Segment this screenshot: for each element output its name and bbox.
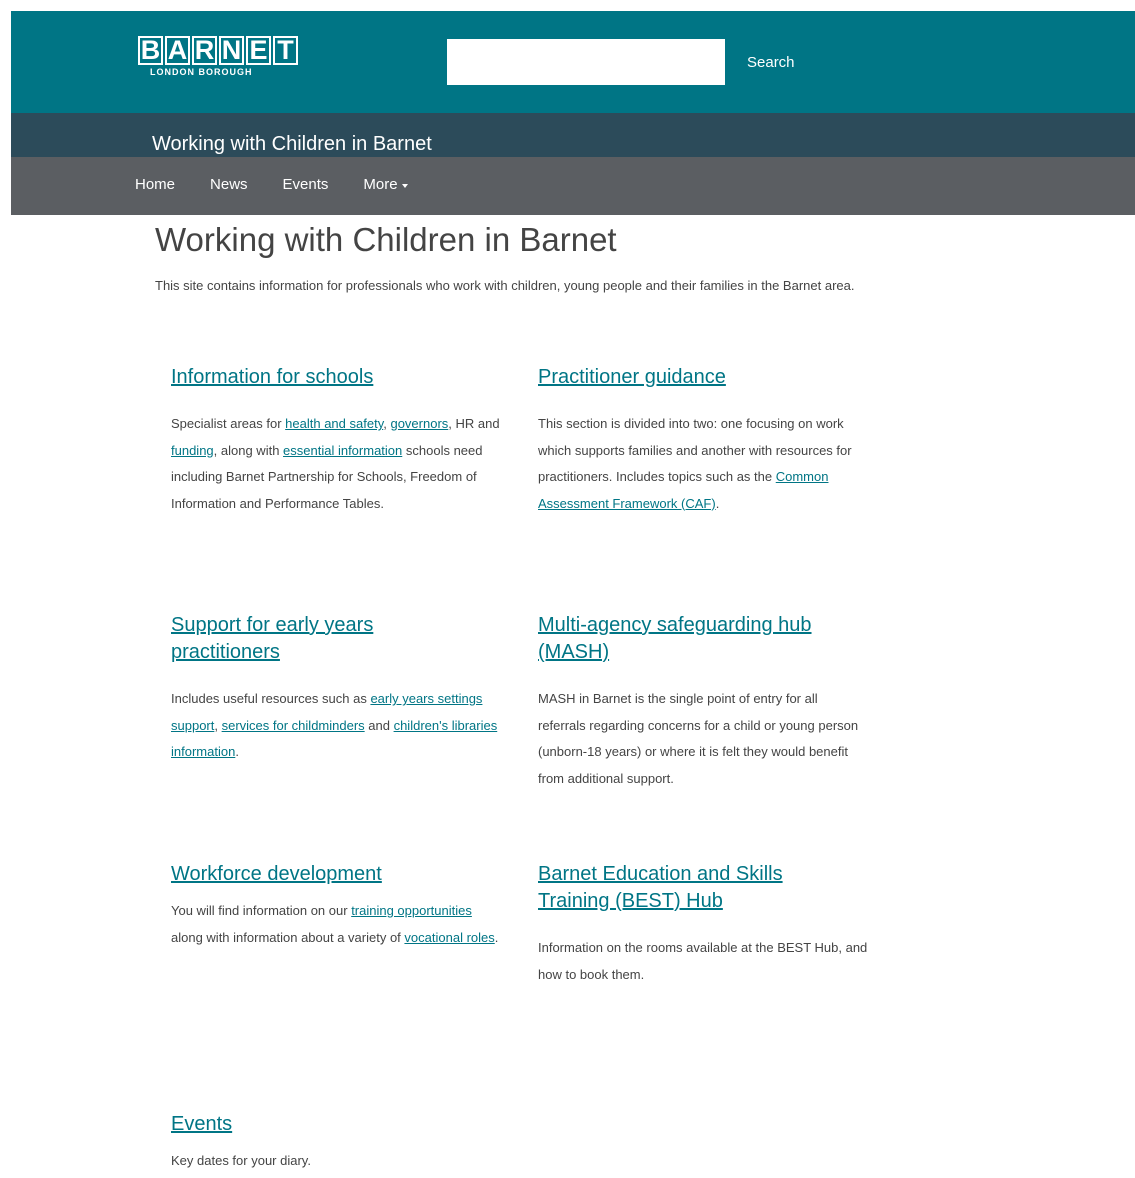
card-heading: Workforce development [171,861,501,888]
nav-item-label: News [210,176,248,193]
card-events: Events Key dates for your diary. [171,1111,501,1175]
inline-link[interactable]: vocational roles [404,930,494,945]
barnet-logo[interactable]: B A R N E T LONDON BOROUGH [138,36,313,84]
main-nav: Home News Events More [135,176,443,193]
text-fragment: Specialist areas for [171,416,286,431]
card-heading: Information for schools [171,364,501,391]
page-intro: This site contains information for profe… [155,278,855,293]
card-description: Information on the rooms available at th… [538,935,868,988]
text-fragment: , [214,717,222,733]
main-nav-bar: Home News Events More [11,157,1135,215]
card-heading: Support for early years practitioners [171,612,471,666]
nav-item-label: Home [135,176,176,193]
card-best-hub: Barnet Education and Skills Training (BE… [538,861,867,988]
card-description: This section is divided into two: one fo… [538,411,868,517]
top-header: B A R N E T LONDON BOROUGH Search [11,11,1135,113]
card-title-link[interactable]: Information for schools [171,366,373,388]
nav-item-home[interactable]: Home [135,176,175,193]
text-fragment: along with information about a variety o… [171,929,405,945]
card-title-link[interactable]: Practitioner guidance [538,366,726,388]
text-fragment: Key dates for your diary. [171,1153,311,1168]
inline-link[interactable]: services for childminders [222,718,365,733]
caret-down-icon [401,183,408,188]
card-mash: Multi-agency safeguarding hub (MASH) MAS… [538,612,868,792]
text-fragment: MASH in Barnet is the single point of en… [538,691,859,786]
logo-letter: T [273,36,298,65]
logo-letter: E [246,36,271,65]
card-title-link[interactable]: Support for early years practitioners [171,614,373,663]
card-early-years: Support for early years practitioners In… [171,612,497,766]
inline-link[interactable]: funding [171,443,214,458]
nav-item-events[interactable]: Events [283,176,329,193]
card-title-link[interactable]: Workforce development [171,863,382,885]
text-fragment: . [494,929,499,945]
inline-link[interactable]: training opportunities [351,903,472,918]
card-heading: Multi-agency safeguarding hub (MASH) [538,612,868,666]
logo-letter: B [138,36,163,65]
search-button[interactable]: Search [747,51,795,73]
card-title-link[interactable]: Barnet Education and Skills Training (BE… [538,863,783,912]
card-workforce-development: Workforce development You will find info… [171,861,501,951]
nav-item-more[interactable]: More [363,176,408,193]
site-title[interactable]: Working with Children in Barnet [152,133,432,156]
text-fragment: Includes useful resources such as [171,691,371,706]
card-heading: Barnet Education and Skills Training (BE… [538,861,838,915]
inline-link[interactable]: health and safety [285,416,383,431]
inline-link[interactable]: essential information [283,443,402,458]
logo-letter: R [192,36,217,65]
logo-subtitle: LONDON BOROUGH [150,68,253,76]
logo-letter: N [219,36,244,65]
text-fragment: You will find information on our [171,903,352,918]
nav-item-label: Events [282,176,329,193]
card-description: Key dates for your diary. [171,1148,501,1175]
page-title: Working with Children in Barnet [155,221,617,258]
card-description: Specialist areas for health and safety, … [171,411,501,517]
site-title-bar: Working with Children in Barnet [11,113,1135,157]
main-content: Working with Children in Barnet This sit… [155,220,915,299]
card-information-for-schools: Information for schools Specialist areas… [171,364,501,517]
card-heading: Events [171,1111,501,1138]
card-title-link[interactable]: Multi-agency safeguarding hub (MASH) [538,614,812,663]
card-title-link[interactable]: Events [171,1113,232,1135]
logo-letter: A [165,36,190,65]
card-practitioner-guidance: Practitioner guidance This section is di… [538,364,868,517]
nav-item-news[interactable]: News [210,176,248,193]
nav-item-label: More [363,176,398,193]
text-fragment: . [715,495,720,511]
text-fragment: . [235,744,239,759]
card-heading: Practitioner guidance [538,364,868,391]
card-description: You will find information on our trainin… [171,898,501,951]
search-input[interactable] [447,39,725,85]
text-fragment: and [364,717,394,733]
text-fragment: , along with [213,442,284,458]
page-frame: B A R N E T LONDON BOROUGH Search Workin… [11,11,1135,215]
text-fragment: , HR and [448,416,500,431]
inline-link[interactable]: governors [390,416,448,431]
logo-letters: B A R N E T [138,36,313,65]
card-description: Includes useful resources such as early … [171,686,501,766]
text-fragment: Information on the rooms available at th… [538,940,868,982]
card-description: MASH in Barnet is the single point of en… [538,686,868,792]
